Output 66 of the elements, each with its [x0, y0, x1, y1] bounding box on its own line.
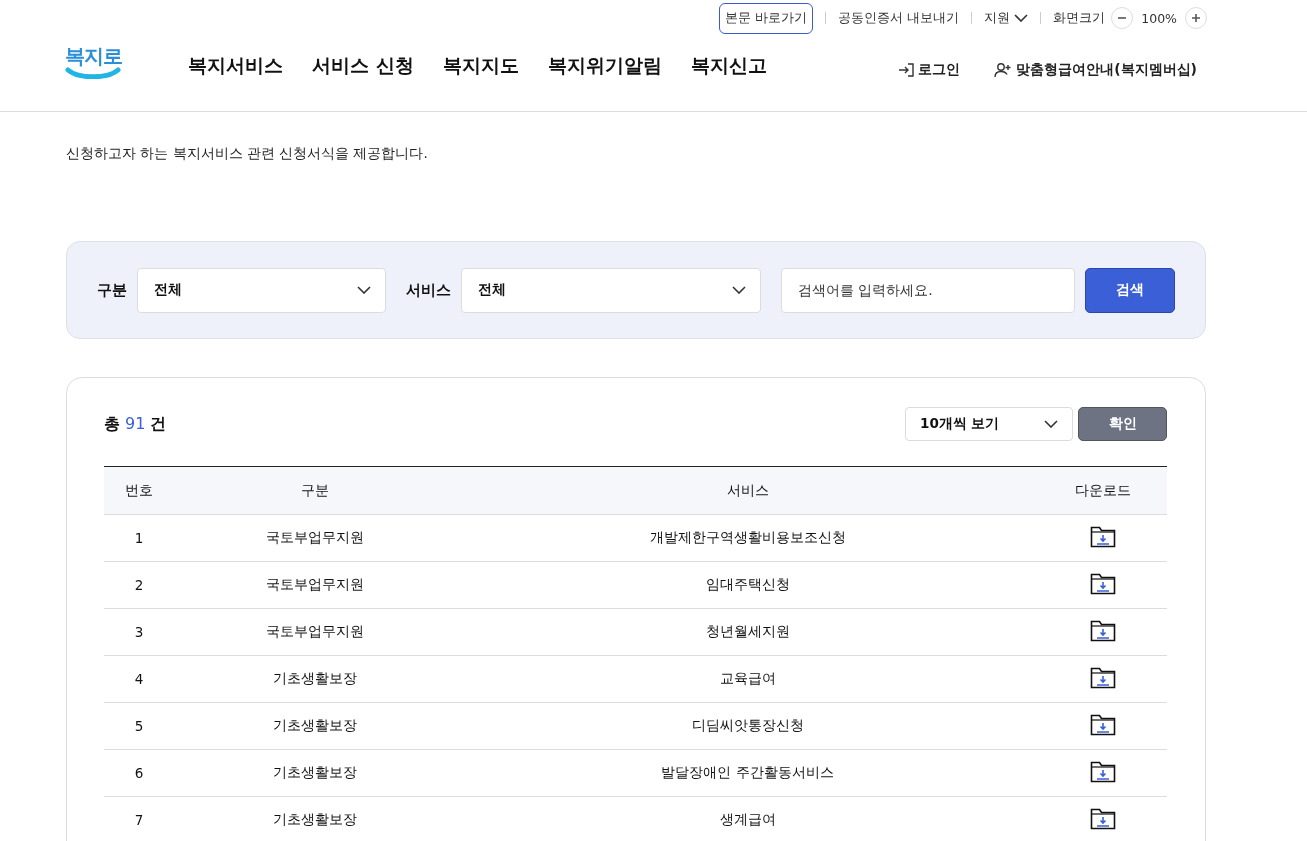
field-label: 서비스: [406, 280, 452, 300]
download-icon[interactable]: [1090, 760, 1116, 783]
table-cell: 국토부업무지원: [174, 608, 456, 656]
result-count: 91: [125, 413, 146, 435]
utility-link[interactable]: 공동인증서 내보내기: [838, 9, 960, 27]
chevron-down-icon: [1044, 420, 1058, 428]
download-icon[interactable]: [1090, 666, 1116, 689]
table-cell: 생계급여: [456, 796, 1039, 841]
table-cell: 6: [104, 749, 174, 797]
table-cell: 2: [104, 561, 174, 609]
column-header: 서비스: [456, 466, 1039, 515]
table-cell: 국토부업무지원: [174, 561, 456, 609]
table-cell: 7: [104, 796, 174, 841]
column-header: 다운로드: [1039, 466, 1167, 515]
download-icon[interactable]: [1090, 619, 1116, 642]
count-label: 총: [104, 413, 120, 435]
table-cell: 개발제한구역생활비용보조신청: [456, 514, 1039, 562]
zoom-value: 100%: [1141, 10, 1177, 26]
table-cell: 1: [104, 514, 174, 562]
nav-item[interactable]: 서비스 신청: [312, 53, 414, 79]
utility-link[interactable]: 지원: [984, 9, 1029, 27]
add-user-icon: [994, 62, 1013, 78]
table-cell: 5: [104, 702, 174, 750]
table-cell: 청년월세지원: [456, 608, 1039, 656]
zoom-out-button[interactable]: [1111, 7, 1134, 29]
header-link[interactable]: 맞춤형급여안내(복지멤버십): [994, 61, 1197, 79]
table-cell: 기초생활보장: [174, 655, 456, 703]
download-icon[interactable]: [1090, 572, 1116, 595]
table-cell: 국토부업무지원: [174, 514, 456, 562]
page-description: 신청하고자 하는 복지서비스 관련 신청서식을 제공합니다.: [66, 145, 429, 163]
download-icon[interactable]: [1090, 525, 1116, 548]
chevron-down-icon: [1014, 14, 1029, 22]
page-size-select[interactable]: 10개씩 보기: [905, 407, 1073, 441]
table-cell: 기초생활보장: [174, 796, 456, 841]
column-header: 번호: [104, 466, 174, 515]
nav-item[interactable]: 복지지도: [442, 53, 519, 79]
table-cell: 기초생활보장: [174, 702, 456, 750]
download-icon[interactable]: [1090, 807, 1116, 830]
download-icon[interactable]: [1090, 713, 1116, 736]
nav-item[interactable]: 복지서비스: [188, 53, 283, 79]
login-icon: [898, 62, 915, 78]
search-field[interactable]: 검색어를 입력하세요.: [780, 267, 1076, 313]
category-select[interactable]: 전체: [137, 267, 387, 313]
nav-item[interactable]: 복지위기알림: [547, 53, 662, 79]
chevron-down-icon: [357, 286, 372, 294]
nav-item[interactable]: 복지신고: [690, 53, 767, 79]
zoom-label: 화면크기: [1053, 9, 1106, 27]
table-cell: 발달장애인 주간활동서비스: [456, 749, 1039, 797]
table-cell: 디딤씨앗통장신청: [456, 702, 1039, 750]
chevron-down-icon: [731, 286, 746, 294]
zoom-in-button[interactable]: [1185, 7, 1207, 29]
table-cell: 교육급여: [456, 655, 1039, 703]
table-cell: 4: [104, 655, 174, 703]
count-label: 건: [150, 413, 167, 435]
service-select[interactable]: 전체: [461, 267, 761, 313]
table-cell: 임대주택신청: [456, 561, 1039, 609]
header-link[interactable]: 로그인: [898, 61, 961, 79]
confirm-button[interactable]: 확인: [1078, 407, 1167, 441]
table-cell: 기초생활보장: [174, 749, 456, 797]
plus-icon: [1191, 13, 1201, 23]
table-cell: 3: [104, 608, 174, 656]
smile-icon: [65, 67, 121, 79]
field-label: 구분: [97, 280, 127, 300]
skip-link[interactable]: 본문 바로가기: [719, 2, 814, 34]
column-header: 구분: [174, 466, 456, 515]
search-button[interactable]: 검색: [1085, 267, 1175, 313]
